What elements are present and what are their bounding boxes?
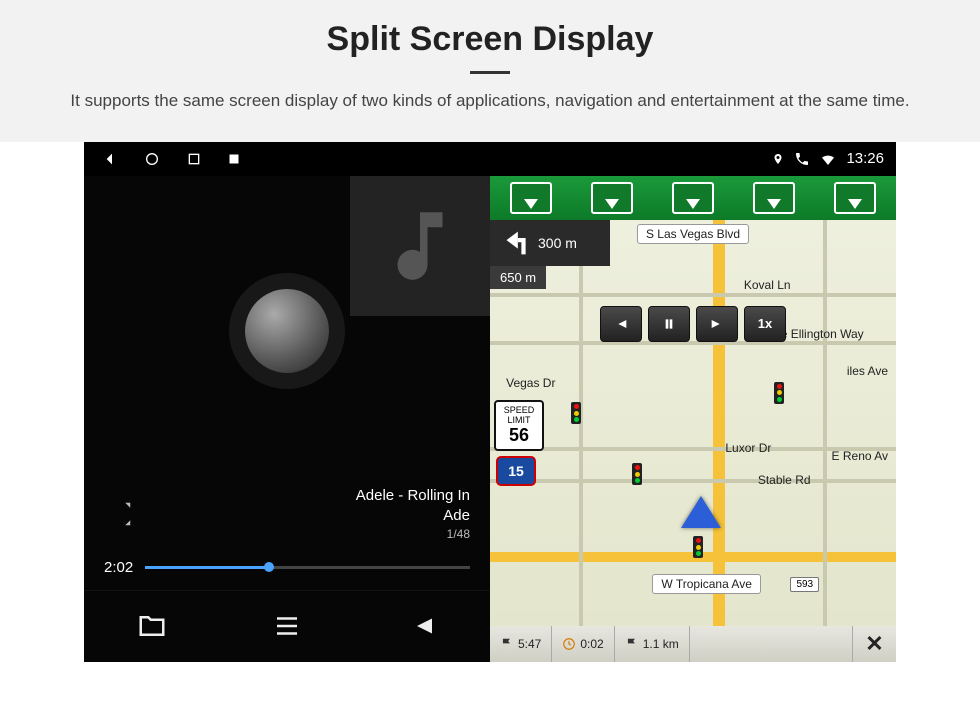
lane-sign xyxy=(591,182,633,214)
distance-remaining: 1.1 km xyxy=(615,626,690,662)
joystick-control[interactable] xyxy=(245,289,329,373)
sim-speed-button[interactable]: 1x xyxy=(744,306,786,342)
flag-icon xyxy=(625,637,639,651)
title-divider xyxy=(470,71,510,74)
wifi-icon xyxy=(820,151,836,167)
street-label: Stable Rd xyxy=(750,471,819,489)
road xyxy=(823,220,827,626)
lane-sign xyxy=(834,182,876,214)
turn-distance: 300 m xyxy=(538,235,577,251)
music-player-panel: Adele - Rolling In Ade 1/48 2:02 xyxy=(84,142,490,662)
sim-prev-button[interactable] xyxy=(600,306,642,342)
speed-limit-label: SPEED LIMIT xyxy=(496,405,542,425)
vehicle-position-icon xyxy=(681,496,721,528)
turn-left-icon xyxy=(498,226,532,260)
track-title: Adele - Rolling In xyxy=(356,486,470,506)
traffic-light-icon xyxy=(774,382,784,404)
flag-icon xyxy=(500,637,514,651)
road xyxy=(490,293,896,297)
clock: 13:26 xyxy=(846,150,884,167)
speed-limit-sign: SPEED LIMIT 56 xyxy=(494,400,544,451)
elapsed-time: 2:02 xyxy=(104,559,133,576)
speed-limit-value: 56 xyxy=(496,425,542,446)
interstate-shield: 15 xyxy=(496,456,536,486)
street-label: S Las Vegas Blvd xyxy=(637,224,749,244)
phone-icon xyxy=(794,151,810,167)
traffic-light-icon xyxy=(632,463,642,485)
eta: 5:47 xyxy=(490,626,552,662)
clock-icon xyxy=(562,637,576,651)
home-icon[interactable] xyxy=(144,151,160,167)
navigation-panel: S Las Vegas Blvd Koval Ln Duke Ellington… xyxy=(490,142,896,662)
sim-pause-button[interactable] xyxy=(648,306,690,342)
street-label: iles Ave xyxy=(839,362,896,380)
music-note-icon xyxy=(375,201,465,291)
track-info: Adele - Rolling In Ade 1/48 xyxy=(356,486,470,543)
street-label: Koval Ln xyxy=(736,276,799,294)
lane-guidance-bar xyxy=(490,176,896,220)
picture-icon xyxy=(228,153,240,165)
lane-sign xyxy=(753,182,795,214)
album-placeholder xyxy=(350,176,490,316)
street-label: Vegas Dr xyxy=(498,374,563,392)
street-label: Luxor Dr xyxy=(717,439,779,457)
page-subtitle: It supports the same screen display of t… xyxy=(50,88,930,114)
traffic-light-icon xyxy=(571,402,581,424)
sim-next-button[interactable] xyxy=(696,306,738,342)
android-statusbar: 13:26 xyxy=(84,142,896,176)
device-screenshot: 13:26 Adele - Rolling In Ade 1/48 2:02 xyxy=(84,142,896,662)
previous-track-icon[interactable] xyxy=(407,611,437,641)
folder-icon[interactable] xyxy=(137,611,167,641)
road xyxy=(490,479,896,483)
music-bottom-bar xyxy=(84,590,490,662)
sim-controls: 1x xyxy=(600,306,786,342)
nav-footer: 5:47 0:02 1.1 km ✕ xyxy=(490,626,896,662)
turn-instruction: 300 m xyxy=(490,220,610,266)
location-icon xyxy=(772,151,784,167)
lane-sign xyxy=(510,182,552,214)
track-index: 1/48 xyxy=(356,526,470,542)
track-artist: Ade xyxy=(356,506,470,526)
traffic-light-icon xyxy=(693,536,703,558)
time-remaining: 0:02 xyxy=(552,626,614,662)
street-label-current: W Tropicana Ave xyxy=(652,574,761,594)
next-distance: 650 m xyxy=(490,266,546,289)
shuffle-icon[interactable] xyxy=(104,499,134,529)
back-icon[interactable] xyxy=(102,151,118,167)
recent-apps-icon[interactable] xyxy=(186,151,202,167)
street-badge: 593 xyxy=(790,577,819,592)
street-label: E Reno Av xyxy=(824,447,896,465)
seek-bar[interactable] xyxy=(145,566,470,569)
road xyxy=(713,220,725,626)
playlist-icon[interactable] xyxy=(272,611,302,641)
page-title: Split Screen Display xyxy=(30,20,950,59)
close-button[interactable]: ✕ xyxy=(852,626,896,662)
map-canvas[interactable]: S Las Vegas Blvd Koval Ln Duke Ellington… xyxy=(490,220,896,626)
lane-sign xyxy=(672,182,714,214)
